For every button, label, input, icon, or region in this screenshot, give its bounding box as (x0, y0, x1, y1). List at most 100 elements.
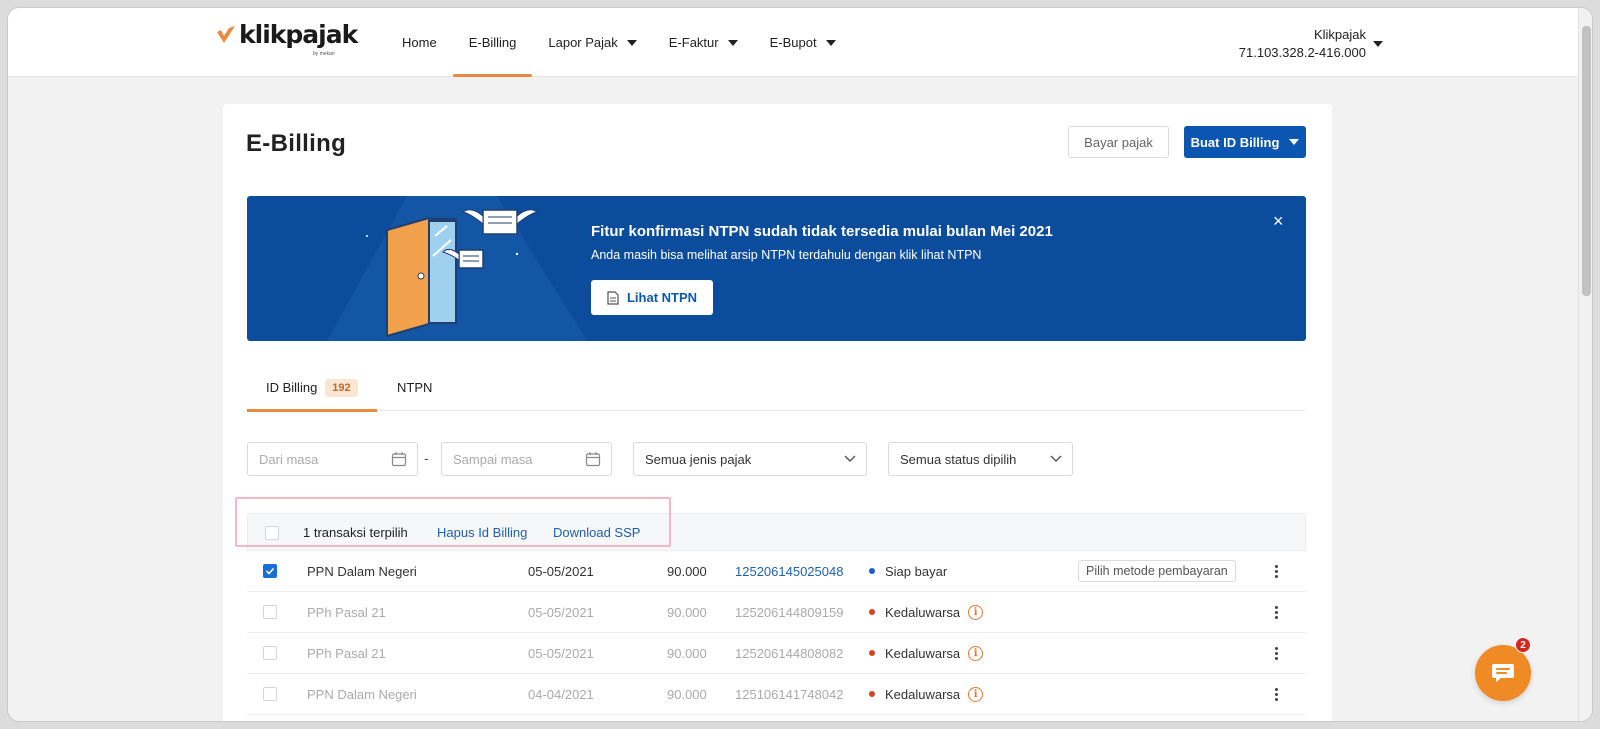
nav-e-billing[interactable]: E-Billing (452, 8, 533, 77)
row-checkbox[interactable] (263, 687, 277, 701)
tax-amount: 90.000 (667, 645, 707, 661)
sampai-masa-placeholder: Sampai masa (453, 451, 533, 467)
table-row: PPh Pasal 21 05-05/2021 90.000 125206144… (247, 633, 1306, 674)
selected-count: 1 transaksi terpilih (303, 525, 408, 540)
buat-id-billing-button[interactable]: Buat ID Billing (1184, 126, 1306, 158)
table-row: PPN Dalam Negeri 05-05/2021 90.000 12520… (247, 551, 1306, 592)
count-badge: 192 (325, 378, 358, 397)
logo-tagline: by mekari (313, 51, 335, 57)
range-separator: - (424, 450, 429, 466)
billing-id: 125206144808082 (735, 645, 844, 661)
status-cell: Siap bayar (869, 551, 947, 591)
page-title: E-Billing (246, 130, 347, 157)
tab-id-billing[interactable]: ID Billing 192 (247, 364, 377, 412)
tax-amount: 90.000 (667, 604, 707, 620)
tax-amount: 90.000 (667, 563, 707, 579)
status-label: Kedaluwarsa (885, 686, 961, 702)
download-ssp-link[interactable]: Download SSP (553, 525, 640, 540)
caret-down-icon (1289, 139, 1300, 145)
info-icon[interactable]: i (968, 686, 984, 702)
account-caret-down-icon[interactable] (1373, 41, 1383, 47)
nav-lapor-pajak-label: Lapor Pajak (548, 35, 618, 50)
nav-home[interactable]: Home (386, 8, 453, 77)
more-options-icon[interactable] (1269, 674, 1283, 714)
hapus-id-billing-link[interactable]: Hapus Id Billing (437, 525, 527, 540)
vertical-scrollbar[interactable] (1578, 8, 1592, 721)
tax-period: 05-05/2021 (528, 645, 594, 661)
status-dot (869, 650, 875, 656)
account-name: Klikpajak (1313, 27, 1366, 42)
row-checkbox-cell (263, 674, 279, 714)
tax-type: PPh Pasal 21 (307, 604, 386, 620)
billing-id-link[interactable]: 125206145025048 (735, 551, 843, 591)
check-icon (265, 567, 275, 575)
check-logo-icon (217, 26, 235, 43)
select-all-checkbox[interactable] (265, 526, 279, 540)
tab-ntpn-label: NTPN (397, 380, 433, 395)
dari-masa-placeholder: Dari masa (259, 451, 319, 467)
logo-text: klikpajak (239, 20, 358, 49)
sampai-masa-input[interactable]: Sampai masa (441, 442, 612, 476)
more-options-icon[interactable] (1269, 633, 1283, 673)
status-label: Siap bayar (885, 563, 948, 579)
tab-id-billing-label: ID Billing (266, 380, 318, 395)
account-menu[interactable]: Klikpajak 71.103.328.2-416.000 (1239, 26, 1366, 62)
status-cell: Kedaluwarsa i (869, 633, 984, 673)
method-cell: Pilih metode pembayaran (1078, 551, 1236, 591)
row-checkbox-cell (263, 633, 279, 673)
top-navbar: klikpajak by mekari Home E-Billing Lapor… (8, 8, 1578, 77)
nav-e-bupot[interactable]: E-Bupot (754, 8, 852, 77)
chat-button[interactable] (1475, 645, 1531, 701)
status-label: Kedaluwarsa (885, 645, 961, 661)
billing-tabs: ID Billing 192 NTPN (247, 364, 1306, 412)
nav-lapor-pajak[interactable]: Lapor Pajak (532, 8, 652, 77)
nav-home-label: Home (402, 35, 437, 50)
table-header: 1 transaksi terpilih Hapus Id Billing Do… (247, 513, 1306, 551)
info-icon[interactable]: i (968, 645, 984, 661)
row-checkbox[interactable] (263, 646, 277, 660)
browser-frame: klikpajak by mekari Home E-Billing Lapor… (7, 7, 1593, 722)
chat-notification-badge: 2 (1515, 637, 1531, 653)
row-checkbox-cell (263, 551, 279, 591)
row-checkbox[interactable] (263, 564, 277, 578)
caret-down-icon (825, 39, 836, 46)
status-cell: Kedaluwarsa i (869, 592, 984, 632)
jenis-pajak-value: Semua jenis pajak (645, 451, 752, 467)
tax-period: 04-04/2021 (528, 686, 594, 702)
banner-subtitle: Anda masih bisa melihat arsip NTPN terda… (591, 248, 982, 262)
billing-table: 1 transaksi terpilih Hapus Id Billing Do… (247, 513, 1306, 715)
nav-e-faktur[interactable]: E-Faktur (653, 8, 754, 77)
lihat-ntpn-button[interactable]: Lihat NTPN (591, 280, 713, 315)
tab-ntpn[interactable]: NTPN (397, 364, 432, 411)
more-options-icon[interactable] (1269, 592, 1283, 632)
close-icon[interactable]: × (1273, 212, 1284, 230)
jenis-pajak-select[interactable]: Semua jenis pajak (633, 442, 867, 476)
bayar-pajak-button[interactable]: Bayar pajak (1068, 126, 1169, 158)
status-label: Kedaluwarsa (885, 604, 961, 620)
tax-period: 05-05/2021 (528, 604, 594, 620)
tax-type: PPN Dalam Negeri (307, 563, 417, 579)
tax-type: PPh Pasal 21 (307, 645, 386, 661)
door-illustration (327, 196, 587, 341)
status-dot (869, 609, 875, 615)
row-checkbox-cell (263, 592, 279, 632)
klikpajak-logo[interactable]: klikpajak by mekari (215, 20, 358, 57)
nav-e-bupot-label: E-Bupot (769, 35, 817, 50)
row-checkbox[interactable] (263, 605, 277, 619)
dari-masa-input[interactable]: Dari masa (247, 442, 418, 476)
nav-e-faktur-label: E-Faktur (668, 35, 719, 50)
status-cell: Kedaluwarsa i (869, 674, 984, 714)
table-row: PPh Pasal 21 05-05/2021 90.000 125206144… (247, 592, 1306, 633)
main-nav: Home E-Billing Lapor Pajak E-Faktur E-Bu… (386, 8, 852, 77)
pilih-metode-button[interactable]: Pilih metode pembayaran (1078, 560, 1236, 582)
status-select[interactable]: Semua status dipilih (888, 442, 1073, 476)
tax-type: PPN Dalam Negeri (307, 686, 417, 702)
tax-amount: 90.000 (667, 686, 707, 702)
billing-id: 125106141748042 (735, 686, 844, 702)
more-options-icon[interactable] (1269, 551, 1283, 591)
scrollbar-thumb[interactable] (1582, 26, 1591, 296)
info-icon[interactable]: i (968, 604, 984, 620)
document-icon (607, 290, 619, 305)
table-row: PPN Dalam Negeri 04-04/2021 90.000 12510… (247, 674, 1306, 715)
caret-down-icon (727, 39, 738, 46)
